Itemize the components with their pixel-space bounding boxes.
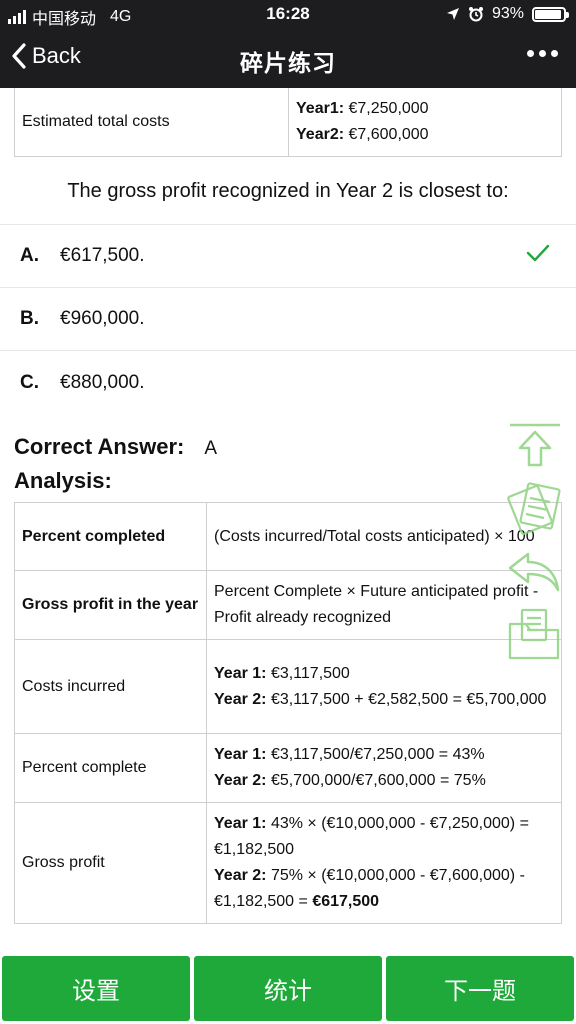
year1-value: €7,250,000: [348, 100, 429, 117]
analysis-header-cell: Gross profit in the year: [14, 570, 207, 640]
final-answer-value: €617,500: [312, 893, 380, 910]
table-row: Gross profit in the year Percent Complet…: [14, 570, 562, 640]
alarm-icon: [468, 7, 483, 22]
estimated-costs-values: Year1: €7,250,000 Year2: €7,600,000: [288, 88, 562, 157]
location-arrow-icon: [446, 8, 459, 20]
top-bar: 中国移动 4G 16:28 93% Back 碎片练习: [0, 0, 576, 88]
year-value: €3,117,500 + €2,582,500 = €5,700,000: [270, 690, 547, 708]
year2-label: Year2:: [296, 126, 345, 143]
page-title: 碎片练习: [240, 50, 336, 76]
option-letter: B.: [20, 308, 39, 329]
table-row: Percent complete Year 1: €3,117,500/€7,2…: [14, 733, 562, 803]
year-label: Year 2:: [214, 867, 267, 884]
status-bar: 中国移动 4G 16:28 93%: [0, 0, 576, 30]
answer-block: Correct Answer: A Analysis:: [0, 414, 576, 494]
analysis-header-cell: Percent completed: [14, 502, 207, 571]
option-a[interactable]: A. €617,500.: [0, 225, 576, 288]
next-question-button[interactable]: 下一题: [386, 956, 574, 1021]
year-value: €5,700,000/€7,600,000 = 75%: [270, 772, 486, 789]
option-b[interactable]: B. €960,000.: [0, 288, 576, 351]
analysis-value-cell: Year 1: 43% × (€10,000,000 - €7,250,000)…: [206, 802, 562, 924]
year-value: €3,117,500: [270, 664, 350, 682]
option-text: €617,500.: [60, 245, 145, 266]
analysis-header-cell: Gross profit: [14, 802, 207, 924]
year-label: Year 1:: [214, 746, 267, 763]
option-text: €880,000.: [60, 371, 145, 393]
analysis-header-cell: Percent complete: [14, 733, 207, 803]
option-c[interactable]: C. €880,000.: [0, 351, 576, 414]
option-text: €960,000.: [60, 308, 145, 329]
estimated-costs-table: Estimated total costs Year1: €7,250,000 …: [14, 88, 562, 157]
folder-icon[interactable]: [506, 606, 562, 662]
year-label: Year 1:: [214, 815, 267, 832]
year2-value: €7,600,000: [348, 126, 429, 143]
year1-label: Year1:: [296, 100, 345, 117]
notes-icon[interactable]: [506, 478, 562, 536]
correct-answer-row: Correct Answer: A: [14, 434, 562, 460]
analysis-label: Analysis:: [14, 468, 112, 493]
check-icon: [526, 244, 550, 262]
scroll-top-icon[interactable]: [508, 422, 562, 468]
estimated-costs-label: Estimated total costs: [14, 88, 289, 157]
stats-button[interactable]: 统计: [194, 956, 382, 1021]
option-letter: C.: [20, 371, 39, 393]
year-label: Year 2:: [214, 772, 267, 789]
table-row: Costs incurred Year 1: €3,117,500 Year 2…: [14, 639, 562, 734]
correct-answer-value: A: [204, 438, 218, 459]
analysis-header-cell: Costs incurred: [14, 639, 207, 734]
floating-actions: [504, 422, 564, 662]
question-text: The gross profit recognized in Year 2 is…: [0, 157, 576, 225]
table-row: Gross profit Year 1: 43% × (€10,000,000 …: [14, 802, 562, 924]
table-row: Estimated total costs Year1: €7,250,000 …: [14, 88, 562, 157]
year-label: Year 2:: [214, 690, 267, 708]
bottom-bar: 设置 统计 下一题: [0, 956, 576, 1024]
nav-bar: Back 碎片练习: [0, 30, 576, 88]
more-icon[interactable]: [527, 50, 558, 57]
table-row: Percent completed (Costs incurred/Total …: [14, 502, 562, 571]
analysis-table: Percent completed (Costs incurred/Total …: [14, 502, 562, 924]
correct-answer-label: Correct Answer:: [14, 434, 185, 459]
analysis-value-cell: Year 1: €3,117,500/€7,250,000 = 43% Year…: [206, 733, 562, 803]
content-area[interactable]: Estimated total costs Year1: €7,250,000 …: [0, 88, 576, 950]
settings-button[interactable]: 设置: [2, 956, 190, 1021]
year-value: €3,117,500/€7,250,000 = 43%: [270, 746, 485, 763]
option-letter: A.: [20, 245, 39, 266]
battery-icon: [532, 6, 569, 22]
year-label: Year 1:: [214, 664, 267, 682]
battery-percent: 93%: [491, 5, 524, 22]
undo-icon[interactable]: [506, 550, 562, 594]
status-right: 93%: [446, 5, 569, 23]
